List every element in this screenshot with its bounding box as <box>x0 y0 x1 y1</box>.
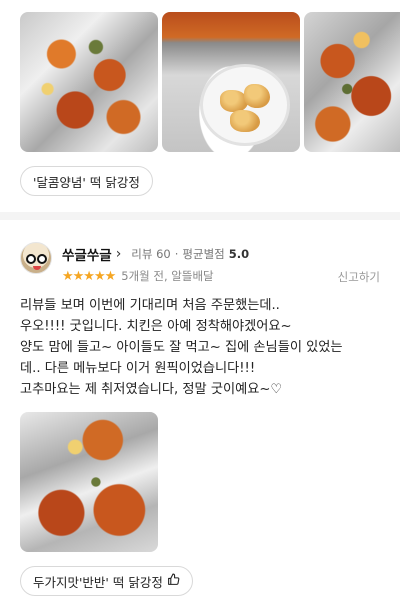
review-photo-1[interactable] <box>20 12 158 152</box>
avg-rating-label: 평균별점 <box>182 247 225 261</box>
avatar-eye <box>37 254 47 264</box>
review-line: 양도 맘에 들고~ 아이들도 잘 먹고~ 집에 손님들이 있었는 <box>20 340 343 355</box>
avatar-mouth <box>33 266 41 270</box>
review-line: 고추마요는 제 취저였습니다, 정말 굿이예요~♡ <box>20 382 283 397</box>
reviewer-header[interactable]: 쑤글쑤글 › 리뷰 60 · 평균별점 5.0 <box>62 244 249 264</box>
food-piece <box>244 84 270 108</box>
menu-chip-label: 두가지맛'반반' 떡 닭강정 <box>33 574 163 590</box>
review-text: 리뷰들 보며 이번에 기대리며 처음 주문했는데.. 우오!!!! 굿입니다. … <box>20 295 385 400</box>
rating-row: ★★★★★ 5개월 전, 알뜰배달 <box>62 268 214 284</box>
review-photo-3[interactable] <box>304 12 400 152</box>
avg-rating-value: 5.0 <box>228 247 250 261</box>
review-line: 우오!!!! 굿입니다. 치킨은 아예 정착해야겠어요~ <box>20 319 292 334</box>
meta-separator: · <box>174 247 179 261</box>
chevron-right-icon[interactable]: › <box>116 246 122 262</box>
review-meta: 5개월 전, 알뜰배달 <box>121 269 214 283</box>
review-line: 데.. 다른 메뉴보다 이거 원픽이었습니다!!! <box>20 361 256 376</box>
menu-chip-label: '달콤양념' 떡 닭강정 <box>33 174 140 190</box>
star-rating-icon: ★★★★★ <box>62 268 116 284</box>
review-photo-carousel[interactable] <box>20 12 400 152</box>
review-line: 리뷰들 보며 이번에 기대리며 처음 주문했는데.. <box>20 298 280 313</box>
reviewer-name[interactable]: 쑤글쑤글 <box>62 244 112 264</box>
menu-chip-recommended[interactable]: 두가지맛'반반' 떡 닭강정 <box>20 566 193 596</box>
avatar[interactable] <box>20 242 52 274</box>
review-count: 리뷰 60 <box>131 247 171 261</box>
review-photo-2[interactable] <box>162 12 300 152</box>
menu-chip[interactable]: '달콤양념' 떡 닭강정 <box>20 166 153 196</box>
section-divider <box>0 212 400 220</box>
avatar-eye <box>26 254 36 264</box>
review-photo-main[interactable] <box>20 412 158 552</box>
report-link[interactable]: 신고하기 <box>338 269 380 285</box>
food-piece <box>230 110 260 132</box>
thumbs-up-icon <box>167 573 180 590</box>
